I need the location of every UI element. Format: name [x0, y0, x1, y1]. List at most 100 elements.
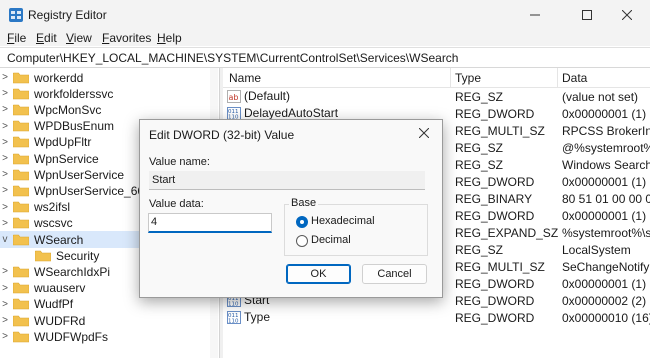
- hexadecimal-radio[interactable]: [296, 216, 308, 228]
- tree-item[interactable]: > WpcMonSvc: [0, 101, 210, 118]
- decimal-label[interactable]: Decimal: [311, 234, 351, 246]
- value-name-cell: 011 110 DelayedAutoStart: [227, 106, 338, 120]
- folder-icon: [13, 266, 29, 278]
- value-name-field: Start: [149, 171, 425, 190]
- tree-item[interactable]: > workerdd: [0, 69, 210, 86]
- value-type: REG_SZ: [455, 158, 504, 172]
- hexadecimal-label[interactable]: Hexadecimal: [311, 215, 375, 227]
- value-type: REG_DWORD: [455, 277, 535, 291]
- value-data: RPCSS BrokerInfra: [562, 124, 650, 138]
- chevron-right-icon[interactable]: >: [0, 72, 10, 83]
- menu-favorites[interactable]: Favorites: [102, 31, 151, 45]
- chevron-right-icon[interactable]: >: [0, 185, 10, 196]
- value-type: REG_DWORD: [455, 175, 535, 189]
- chevron-right-icon[interactable]: >: [0, 88, 10, 99]
- column-separator[interactable]: [557, 68, 558, 87]
- folder-icon: [13, 136, 29, 148]
- chevron-right-icon[interactable]: >: [0, 218, 10, 229]
- tree-item[interactable]: > workfolderssvc: [0, 85, 210, 102]
- value-type: REG_BINARY: [455, 192, 533, 206]
- chevron-right-icon[interactable]: >: [0, 121, 10, 132]
- tree-item[interactable]: > WUDFRd: [0, 312, 210, 329]
- value-data: 0x00000002 (2): [562, 294, 647, 308]
- value-name-label: Value name:: [149, 156, 210, 168]
- title-bar[interactable]: Registry Editor: [0, 0, 650, 30]
- value-data: SeChangeNotifyPr: [562, 260, 650, 274]
- close-icon: [419, 128, 429, 138]
- column-header-data[interactable]: Data: [562, 71, 587, 85]
- folder-icon: [13, 234, 29, 245]
- value-data: Windows Search: [562, 158, 650, 172]
- value-data-field[interactable]: [148, 213, 272, 233]
- chevron-right-icon[interactable]: >: [0, 104, 10, 115]
- cancel-button[interactable]: Cancel: [362, 264, 427, 284]
- chevron-right-icon[interactable]: >: [0, 299, 10, 310]
- dialog-close-button[interactable]: [412, 123, 436, 143]
- close-button[interactable]: [604, 0, 650, 30]
- svg-text:110: 110: [228, 301, 239, 307]
- chevron-right-icon[interactable]: >: [0, 315, 10, 326]
- value-data-label: Value data:: [149, 198, 204, 210]
- folder-icon: [13, 282, 29, 294]
- menu-view[interactable]: View: [66, 31, 92, 45]
- tree-item-label: WpdUpFltr: [34, 135, 92, 150]
- tree-item-label: WUDFRd: [34, 313, 86, 328]
- binary-value-icon: 011110: [227, 310, 241, 324]
- address-path[interactable]: Computer\HKEY_LOCAL_MACHINE\SYSTEM\Curre…: [7, 51, 458, 65]
- folder-icon: [13, 72, 29, 83]
- chevron-right-icon[interactable]: >: [0, 153, 10, 164]
- menu-help[interactable]: Help: [157, 31, 182, 45]
- value-data: 80 51 01 00 00 00 0: [562, 192, 650, 206]
- tree-item[interactable]: > WudfPf: [0, 296, 210, 313]
- menu-file[interactable]: File: [7, 31, 26, 45]
- dialog-title: Edit DWORD (32-bit) Value: [149, 128, 295, 142]
- folder-icon: [13, 153, 29, 164]
- folder-icon: [13, 315, 29, 326]
- chevron-right-icon[interactable]: >: [0, 169, 10, 180]
- value-data: LocalSystem: [562, 243, 631, 257]
- list-row[interactable]: 011 110 Type REG_DWORD 0x00000010 (16): [223, 309, 650, 326]
- ok-button[interactable]: OK: [286, 264, 351, 284]
- chevron-right-icon[interactable]: >: [0, 137, 10, 148]
- maximize-icon: [582, 10, 592, 20]
- menu-bar: File Edit View Favorites Help: [0, 30, 650, 46]
- close-icon: [622, 10, 632, 20]
- menu-edit[interactable]: Edit: [36, 31, 57, 45]
- chevron-right-icon[interactable]: >: [0, 331, 10, 342]
- value-data: 0x00000001 (1): [562, 277, 647, 291]
- base-label: Base: [289, 197, 319, 209]
- column-separator[interactable]: [450, 68, 451, 87]
- tree-item-label: WUDFWpdFs: [34, 329, 108, 344]
- address-bar[interactable]: Computer\HKEY_LOCAL_MACHINE\SYSTEM\Curre…: [0, 47, 650, 68]
- value-name-cell: ab (Default): [227, 89, 290, 103]
- tree-item-label: WPDBusEnum: [34, 119, 115, 134]
- minimize-button[interactable]: [512, 0, 558, 30]
- chevron-right-icon[interactable]: >: [0, 202, 10, 213]
- string-value-icon: ab: [227, 89, 241, 103]
- tree-item-label: wuauserv: [34, 281, 86, 296]
- folder-icon: [13, 298, 29, 310]
- value-type: REG_DWORD: [455, 294, 535, 308]
- value-name: Type: [244, 310, 271, 324]
- column-header-type[interactable]: Type: [455, 71, 481, 85]
- list-row[interactable]: ab (Default) REG_SZ (value not set): [223, 88, 650, 105]
- value-data: 0x00000001 (1): [562, 175, 647, 189]
- tree-item-label: WpcMonSvc: [34, 102, 102, 117]
- column-header-name[interactable]: Name: [229, 71, 261, 85]
- value-type: REG_MULTI_SZ: [455, 260, 545, 274]
- registry-editor-window: Registry Editor File Edit View Favorites…: [0, 0, 650, 358]
- folder-icon: [35, 250, 51, 261]
- chevron-down-icon[interactable]: v: [0, 234, 10, 245]
- value-data-input[interactable]: [151, 215, 265, 229]
- decimal-radio[interactable]: [296, 235, 308, 247]
- value-type: REG_DWORD: [455, 311, 535, 325]
- folder-icon: [13, 104, 29, 116]
- tree-item[interactable]: > WUDFWpdFs: [0, 328, 210, 345]
- folder-icon: [13, 169, 29, 180]
- value-data: 0x00000001 (1): [562, 209, 647, 223]
- folder-icon: [13, 201, 29, 213]
- value-type: REG_EXPAND_SZ: [455, 226, 559, 240]
- chevron-right-icon[interactable]: >: [0, 283, 10, 294]
- chevron-right-icon[interactable]: >: [0, 266, 10, 277]
- tree-item-label: WpnUserService: [34, 167, 125, 182]
